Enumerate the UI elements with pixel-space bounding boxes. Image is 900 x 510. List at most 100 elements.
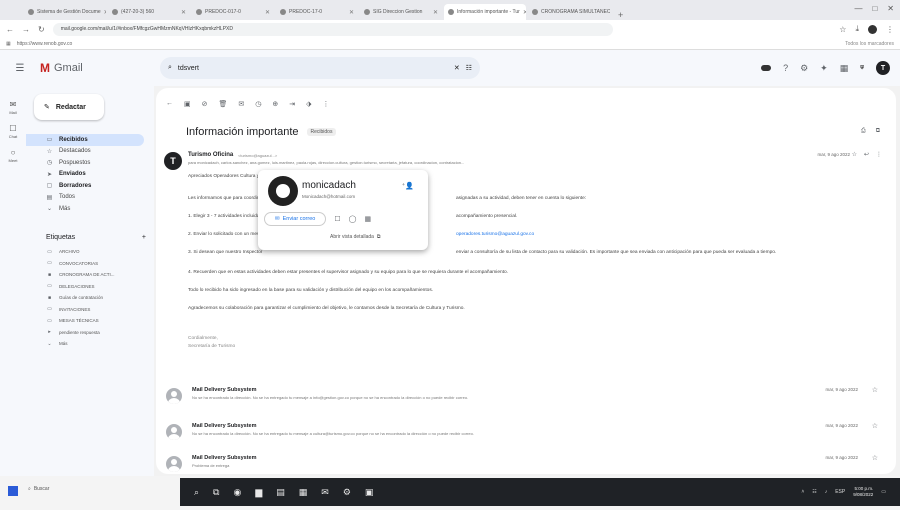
settings-app-icon[interactable]: ⚙ (343, 487, 351, 498)
star-icon[interactable]: ☆ (872, 386, 878, 394)
more-options-icon[interactable]: ⋮ (323, 100, 330, 108)
label-item[interactable]: ■ Guías de contratación (26, 292, 154, 304)
bookmark-link[interactable]: https://www.renob.gov.co (17, 41, 73, 47)
browser-tab[interactable]: PREDOC-017-0 ✕ (192, 4, 274, 20)
close-tab-icon[interactable]: ✕ (181, 9, 186, 16)
close-tab-icon[interactable]: ✕ (523, 9, 526, 16)
account-avatar[interactable]: T (876, 61, 890, 75)
archive-icon[interactable]: ▣ (184, 100, 191, 108)
search-taskbar-icon[interactable]: ⌕ (194, 487, 199, 498)
label-item[interactable]: ▸ pendiente respuesta (26, 327, 154, 339)
compose-button[interactable]: ✎ Redactar (34, 94, 104, 120)
label-item[interactable]: ▭ ARCHIVO (26, 246, 154, 258)
message-more-icon[interactable]: ⋮ (876, 151, 882, 158)
windows-start-icon[interactable] (8, 486, 18, 496)
minimize-button[interactable]: — (854, 4, 862, 13)
help-icon[interactable]: ? (783, 63, 788, 73)
gmail-logo[interactable]: M Gmail (40, 61, 160, 75)
sidebar-item-recibidos[interactable]: ▭ Recibidos (26, 134, 144, 146)
back-icon[interactable]: ← (6, 25, 14, 34)
reply-icon[interactable]: ↩ (864, 151, 869, 158)
browser-tab[interactable]: SIG Direccion Gestion ✕ (360, 4, 442, 20)
snooze-icon[interactable]: ◷ (255, 100, 261, 108)
label-item[interactable]: ▭ DELEGACIONES (26, 281, 154, 293)
chat-icon[interactable]: ☐ (334, 215, 340, 223)
clear-search-icon[interactable]: ✕ (454, 64, 460, 72)
back-arrow-icon[interactable]: ← (166, 100, 173, 108)
maximize-button[interactable]: □ (872, 4, 877, 13)
teams-icon[interactable]: ▣ (365, 487, 374, 498)
label-item[interactable]: ▭ MESAS TÉCNICAS (26, 315, 154, 327)
url-field[interactable]: mail.google.com/mail/u/1/#inbox/FMfcgzGw… (52, 22, 613, 36)
message-row[interactable]: Mail Delivery Subsystem No se ha encontra… (156, 384, 896, 414)
mark-unread-icon[interactable]: ✉ (238, 100, 244, 108)
chrome-icon[interactable]: ◉ (233, 487, 241, 498)
forward-icon[interactable]: → (22, 25, 30, 34)
report-spam-icon[interactable]: ⊘ (202, 100, 208, 108)
account-chip[interactable]: ⛨ (860, 65, 864, 71)
browser-tab[interactable]: PREDOC-17-0 ✕ (276, 4, 358, 20)
label-item[interactable]: ▭ CONVOCATORIAS (26, 258, 154, 270)
add-label-button[interactable]: + (142, 234, 146, 241)
status-indicator[interactable] (761, 65, 772, 71)
word-icon[interactable]: ▤ (276, 487, 285, 498)
bookmark-star-icon[interactable]: ☆ (839, 25, 846, 34)
move-to-icon[interactable]: ⇥ (289, 100, 295, 108)
volume-icon[interactable]: ♪ (825, 489, 828, 495)
sender-avatar[interactable]: T (164, 152, 182, 170)
sidebar-item-todos[interactable]: ▤ Todos (26, 192, 154, 204)
close-window-button[interactable]: ✕ (887, 4, 894, 13)
search-bar[interactable]: ⌕ tdsvert ✕ ☷ (160, 57, 480, 79)
star-icon[interactable]: ☆ (852, 151, 857, 158)
browser-tab[interactable]: Información importante - Tur ✕ (444, 4, 526, 20)
message-row[interactable]: Mail Delivery Subsystem Problema de entre… (156, 452, 896, 474)
clock[interactable]: 5:00 p.m. 9/08/2022 (853, 486, 873, 498)
network-icon[interactable]: ☷ (812, 489, 816, 495)
close-tab-icon[interactable]: ✕ (265, 9, 270, 16)
delete-icon[interactable]: 🗑 (219, 100, 228, 108)
sidebar-item-destacados[interactable]: ☆ Destacados (26, 146, 154, 158)
recipients-line[interactable]: para monicadach, carlos.sanchez, ana.gom… (188, 160, 848, 165)
tray-chevron-icon[interactable]: ˄ (801, 489, 804, 495)
print-icon[interactable]: ⎙ (861, 128, 866, 135)
language-indicator[interactable]: ESP (835, 489, 845, 495)
sidebar-item-mas[interactable]: ⌄ Más (26, 203, 154, 215)
browser-tab[interactable]: CRONOGRAMA SIMULTANEO✕ (528, 4, 610, 20)
label-item[interactable]: ▭ INVITACIONES (26, 304, 154, 316)
apps-grid-icon[interactable]: ▦ (6, 41, 11, 47)
calendar-icon[interactable]: ▦ (364, 215, 371, 223)
rail-item-mail[interactable]: ✉ Mail (9, 100, 16, 115)
sender-name[interactable]: Turismo Oficina (188, 152, 233, 158)
star-icon[interactable]: ☆ (872, 422, 878, 430)
add-contact-icon[interactable]: ⁺👤 (402, 182, 414, 190)
browser-tab[interactable]: (427-20-3) 560 ✕ (108, 4, 190, 20)
inbox-label-chip[interactable]: Recibidos (306, 128, 337, 136)
apps-grid-icon[interactable]: ▦ (840, 63, 849, 74)
rail-item-meet[interactable]: ○ Meet (9, 148, 18, 163)
taskbar-search[interactable]: ⌕ Buscar (28, 486, 49, 492)
open-detail-link[interactable]: Abrir vista detallada ⧉ (330, 234, 381, 240)
label-icon[interactable]: ⬗ (306, 100, 311, 108)
search-input[interactable]: tdsvert (178, 65, 448, 72)
star-icon[interactable]: ☆ (872, 454, 878, 462)
mail-app-icon[interactable]: ✉ (321, 487, 329, 498)
sidebar-item-pospuestos[interactable]: ◷ Pospuestos (26, 157, 154, 169)
sidebar-item-borradores[interactable]: ▢ Borradores (26, 180, 154, 192)
new-tab-button[interactable]: + (612, 10, 629, 20)
send-email-button[interactable]: ✉ Enviar correo (264, 212, 327, 226)
contact-email-link[interactable]: operadores.turismo@aguazul.gov.co (456, 232, 534, 237)
label-item[interactable]: ■ CRONOGRAMA DE ACTI... (26, 269, 154, 281)
browser-tab[interactable]: Sistema de Gestión Docume✕ (24, 4, 106, 20)
notifications-icon[interactable]: ▭ (881, 489, 886, 495)
all-bookmarks-link[interactable]: Todos los marcadores (845, 41, 894, 47)
explorer-icon[interactable]: ▆ (255, 487, 262, 498)
search-icon[interactable]: ⌕ (168, 64, 172, 72)
open-new-window-icon[interactable]: ⧉ (876, 128, 880, 135)
message-row[interactable]: Mail Delivery Subsystem No se ha encontra… (156, 420, 896, 450)
add-task-icon[interactable]: ⊕ (272, 100, 278, 108)
settings-gear-icon[interactable]: ⚙ (800, 63, 808, 74)
download-icon[interactable]: ⤓ (855, 24, 859, 34)
excel-icon[interactable]: ▦ (299, 487, 308, 498)
close-tab-icon[interactable]: ✕ (433, 9, 438, 16)
task-view-icon[interactable]: ⧉ (213, 487, 219, 498)
